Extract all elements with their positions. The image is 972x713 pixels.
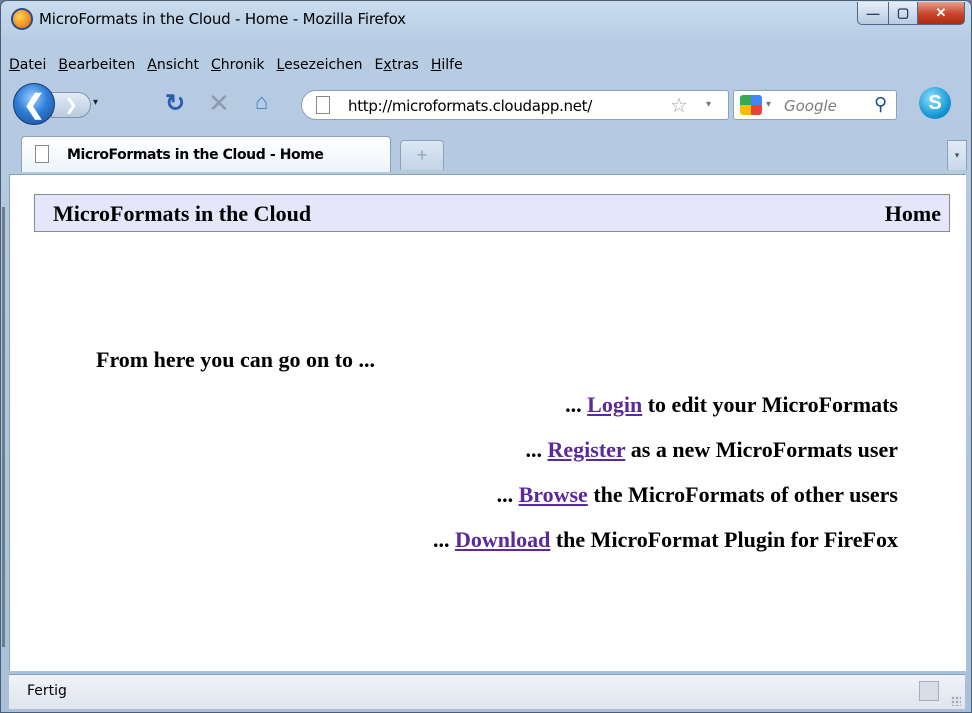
google-icon[interactable] <box>740 95 762 115</box>
home-nav-link[interactable]: Home <box>885 201 941 227</box>
register-link[interactable]: Register <box>548 437 626 462</box>
url-text[interactable]: http://microformats.cloudapp.net/ <box>348 97 592 115</box>
site-title: MicroFormats in the Cloud <box>53 201 312 226</box>
back-arrow-icon: ❮ <box>23 88 45 119</box>
home-icon[interactable]: ⌂ <box>255 89 268 115</box>
url-dropdown-icon[interactable]: ▾ <box>706 99 711 110</box>
tab-label: MicroFormats in the Cloud - Home <box>67 147 324 163</box>
minimize-button[interactable]: — <box>857 2 889 25</box>
history-dropdown-icon[interactable]: ▾ <box>93 97 98 108</box>
tab-page-icon <box>35 145 49 163</box>
new-tab-button[interactable]: + <box>400 140 444 170</box>
skype-icon[interactable]: S <box>919 87 951 119</box>
link-row-login: ... Login to edit your MicroFormats <box>565 392 898 417</box>
tab-strip: MicroFormats in the Cloud - Home + ▾ <box>9 134 967 175</box>
stop-icon[interactable]: ✕ <box>208 88 230 119</box>
address-bar[interactable]: http://microformats.cloudapp.net/ ☆ ▾ <box>301 90 729 120</box>
menu-datei[interactable]: Datei <box>9 57 46 79</box>
search-engine-dropdown-icon[interactable]: ▾ <box>766 99 771 110</box>
login-link[interactable]: Login <box>587 392 642 417</box>
menu-chronik[interactable]: Chronik <box>211 57 265 79</box>
back-button[interactable]: ❮ <box>13 83 55 125</box>
menu-lesezeichen[interactable]: Lesezeichen <box>277 57 363 79</box>
intro-text: From here you can go on to ... <box>96 347 376 372</box>
resize-grip-icon[interactable] <box>951 696 961 706</box>
navigation-toolbar: ❯ ❮ ▾ ↻ ✕ ⌂ http://microformats.cloudapp… <box>9 83 965 127</box>
addon-status-icon[interactable] <box>919 681 939 701</box>
browse-link[interactable]: Browse <box>519 482 588 507</box>
browser-window: MicroFormats in the Cloud - Home - Mozil… <box>0 0 972 713</box>
menu-bar: Datei Bearbeiten Ansicht Chronik Lesezei… <box>9 57 475 79</box>
left-edge-divider <box>2 207 5 647</box>
action-links: ... Login to edit your MicroFormats ... … <box>433 388 898 568</box>
page-icon <box>316 96 330 114</box>
download-link[interactable]: Download <box>455 527 550 552</box>
search-input[interactable]: Google <box>784 97 837 115</box>
firefox-icon[interactable] <box>11 8 33 30</box>
menu-hilfe[interactable]: Hilfe <box>431 57 463 79</box>
forward-arrow-icon: ❯ <box>64 97 78 114</box>
link-row-download: ... Download the MicroFormat Plugin for … <box>433 527 898 552</box>
maximize-button[interactable]: ▢ <box>889 2 918 25</box>
search-icon[interactable]: ⚲ <box>874 94 887 115</box>
tab-active[interactable]: MicroFormats in the Cloud - Home <box>21 136 391 172</box>
menu-bearbeiten[interactable]: Bearbeiten <box>58 57 135 79</box>
menu-ansicht[interactable]: Ansicht <box>147 57 199 79</box>
bookmark-star-icon[interactable]: ☆ <box>670 93 688 118</box>
title-bar[interactable]: MicroFormats in the Cloud - Home - Mozil… <box>1 1 971 37</box>
site-header: MicroFormats in the Cloud Home <box>34 194 950 232</box>
close-button[interactable]: ✕ <box>918 2 965 25</box>
page-content: MicroFormats in the Cloud Home From here… <box>2 175 966 671</box>
tab-list-dropdown-icon[interactable]: ▾ <box>947 140 967 170</box>
menu-extras[interactable]: Extras <box>375 57 419 79</box>
link-row-browse: ... Browse the MicroFormats of other use… <box>496 482 898 507</box>
forward-button[interactable]: ❯ <box>51 92 91 118</box>
window-controls: — ▢ ✕ <box>857 2 965 25</box>
status-text: Fertig <box>27 683 67 699</box>
status-bar: Fertig <box>9 674 965 709</box>
link-row-register: ... Register as a new MicroFormats user <box>525 437 899 462</box>
search-bar[interactable]: ▾ Google ⚲ <box>733 90 897 120</box>
window-title: MicroFormats in the Cloud - Home - Mozil… <box>39 10 406 28</box>
reload-icon[interactable]: ↻ <box>165 89 185 118</box>
